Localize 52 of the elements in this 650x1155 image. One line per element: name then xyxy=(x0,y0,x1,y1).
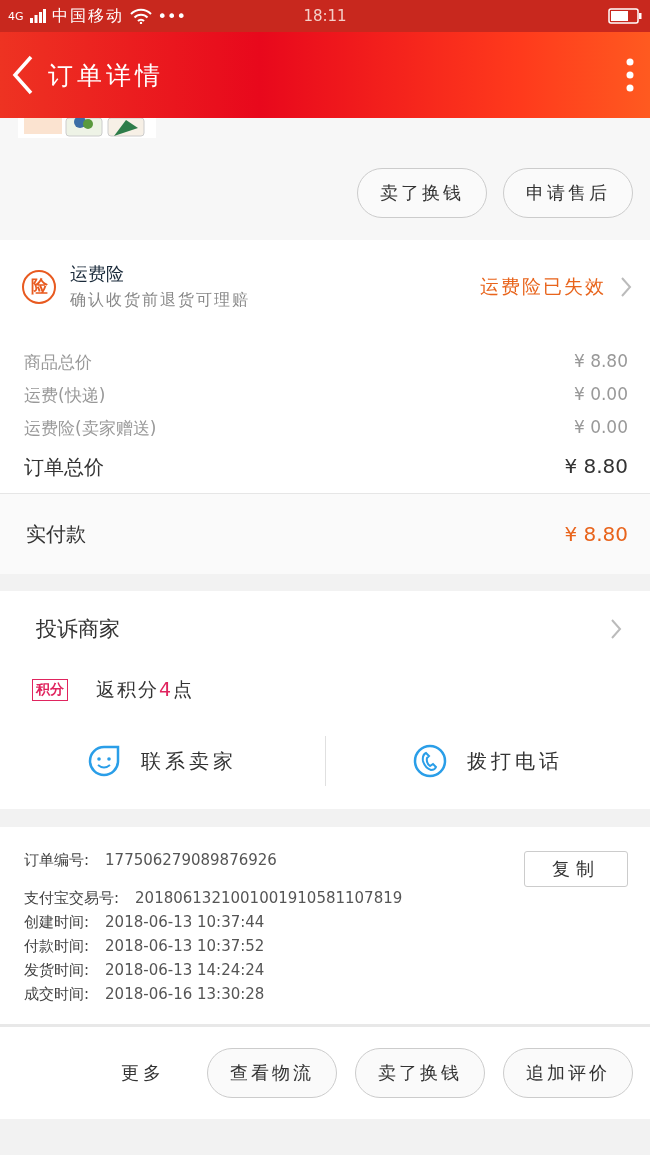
field-value: 2018061321001001910581107819 xyxy=(135,889,403,908)
field-label: 创建时间: xyxy=(24,913,90,932)
points-text: 返积分 4 点 xyxy=(96,677,195,702)
field-value: 2018-06-13 10:37:44 xyxy=(105,913,265,932)
battery-icon xyxy=(608,8,642,24)
page-title: 订单详情 xyxy=(48,59,164,92)
paid-amount: ¥ 8.80 xyxy=(564,522,628,546)
clock: 18:11 xyxy=(303,7,347,25)
action-button[interactable]: 查看物流 xyxy=(207,1048,337,1098)
field-label: 发货时间: xyxy=(24,961,90,980)
phone-icon xyxy=(412,744,447,778)
action-button[interactable]: 卖了换钱 xyxy=(355,1048,485,1098)
contact-button[interactable]: 联系卖家 xyxy=(0,743,325,779)
price-label: 商品总价 xyxy=(24,351,92,374)
action-button[interactable]: 追加评价 xyxy=(503,1048,633,1098)
field-value: 2018-06-16 13:30:28 xyxy=(105,985,265,1004)
field-value: 2018-06-13 10:37:52 xyxy=(105,937,265,956)
menu-icon[interactable] xyxy=(626,58,634,92)
price-value: ¥ 8.80 xyxy=(573,351,628,373)
price-value: ¥ 8.80 xyxy=(564,454,628,480)
insurance-title: 运费险 xyxy=(70,262,125,286)
insurance-badge: 险 xyxy=(22,269,56,304)
complaint-label: 投诉商家 xyxy=(36,616,120,643)
action-button[interactable]: 申请售后 xyxy=(503,168,633,218)
carrier-name: 中国移动 xyxy=(51,5,124,27)
field-label: 订单编号: xyxy=(24,851,90,870)
price-label: 运费险(卖家赠送) xyxy=(24,417,157,440)
field-label: 成交时间: xyxy=(24,985,90,1004)
points-badge: 积分 xyxy=(32,679,68,701)
field-value: 2018-06-13 14:24:24 xyxy=(105,961,265,980)
signal-icon xyxy=(29,9,46,23)
network-type: 4G xyxy=(8,9,24,23)
wifi-icon xyxy=(129,8,152,24)
complaint-row[interactable]: 投诉商家 xyxy=(0,591,650,667)
chevron-icon xyxy=(610,618,622,640)
price-value: ¥ 0.00 xyxy=(573,417,628,439)
action-button[interactable]: 卖了换钱 xyxy=(357,168,487,218)
field-label: 支付宝交易号: xyxy=(24,889,120,908)
contact-button[interactable]: 拨打电话 xyxy=(325,743,650,779)
field-value: 177506279089876926 xyxy=(105,851,277,870)
more-link[interactable]: 更多 xyxy=(121,1061,165,1085)
more-indicator: ••• xyxy=(157,6,186,26)
back-icon[interactable] xyxy=(12,55,34,95)
chevron-icon[interactable] xyxy=(620,275,632,298)
price-label: 运费(快递) xyxy=(24,384,106,407)
paid-label: 实付款 xyxy=(26,520,86,548)
field-label: 付款时间: xyxy=(24,937,90,956)
chat-face-icon xyxy=(87,744,122,778)
price-value: ¥ 0.00 xyxy=(573,384,628,406)
price-label: 订单总价 xyxy=(24,454,104,481)
insurance-subtitle: 确认收货前退货可理赔 xyxy=(70,290,250,311)
copy-button[interactable]: 复制 xyxy=(524,851,628,887)
